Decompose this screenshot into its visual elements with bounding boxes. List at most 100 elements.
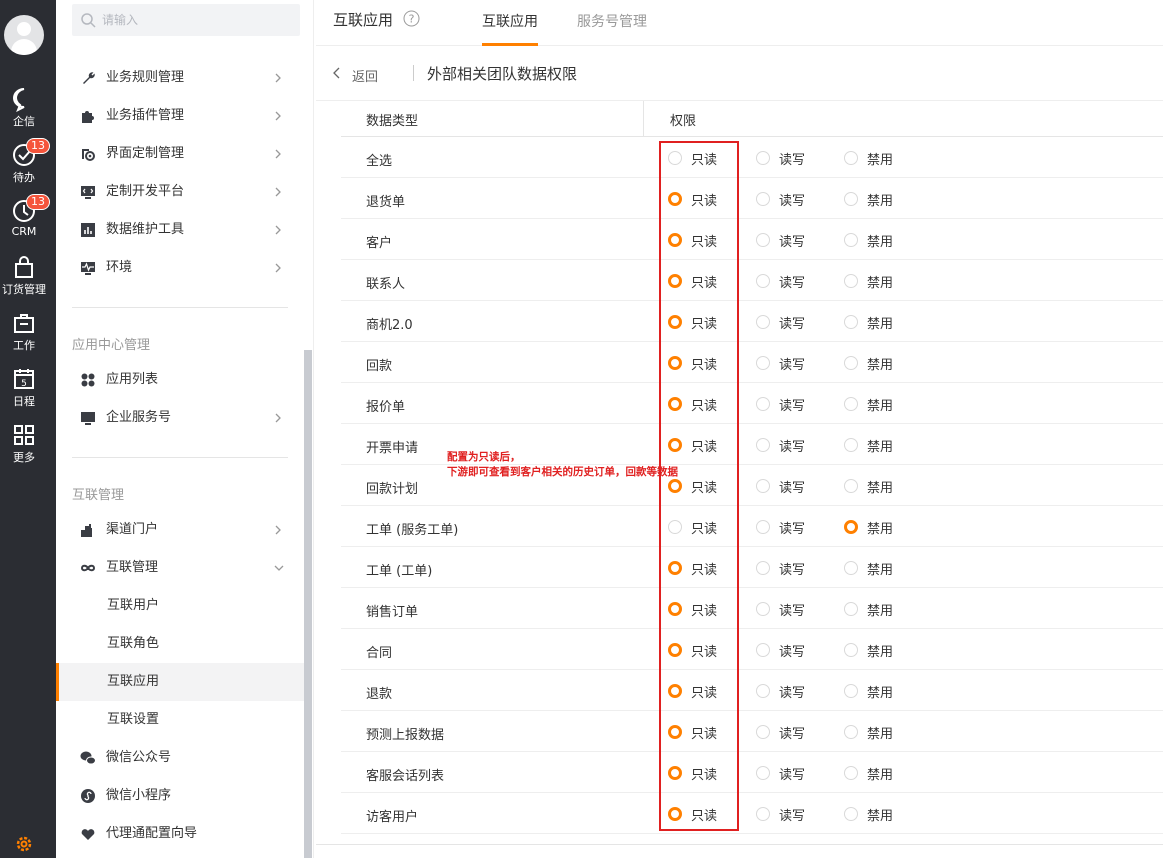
nav-item-crm[interactable]: 13 CRM: [0, 194, 50, 238]
sidebar-item-interconnect-apps[interactable]: 互联应用: [56, 663, 304, 701]
table-row: 退款 只读 读写 禁用: [341, 670, 1163, 711]
grid-icon: [14, 425, 34, 445]
table-row: 工单 (工单) 只读 读写 禁用: [341, 547, 1163, 588]
sidebar-item-dev-platform[interactable]: 定制开发平台: [56, 173, 304, 211]
sidebar-item-app-list[interactable]: 应用列表: [56, 361, 304, 399]
row-data-type: 全选: [366, 154, 393, 169]
radio-circle: [668, 397, 682, 411]
radio-label: 禁用: [867, 358, 894, 373]
chevron-left-icon: [333, 67, 340, 79]
radio-label: 读写: [779, 153, 806, 168]
left-nav: 企信 13 待办 13 CRM 订货管理 工作 5 日程 更多: [0, 0, 56, 858]
monitor-icon: [81, 412, 95, 425]
sidebar-item-ui-customization[interactable]: 界面定制管理: [56, 135, 304, 173]
radio-circle: [756, 561, 770, 575]
table-row: 预测上报数据 只读 读写 禁用: [341, 711, 1163, 752]
nav-label: CRM: [11, 225, 37, 238]
avatar[interactable]: [4, 15, 44, 55]
sidebar-item-label: 定制开发平台: [106, 184, 185, 199]
radio-circle: [668, 151, 682, 165]
radio-circle: [756, 725, 770, 739]
radio-circle: [756, 807, 770, 821]
sidebar-item-label: 渠道门户: [106, 522, 159, 537]
sidebar-item-business-rules[interactable]: 业务规则管理: [56, 59, 304, 97]
pulse-icon: [81, 262, 95, 275]
sidebar-item-label: 互联用户: [107, 598, 160, 613]
sidebar-item-wechat-official[interactable]: 微信公众号: [56, 739, 304, 777]
table-row: 退货单 只读 读写 禁用: [341, 178, 1163, 219]
radio-circle: [844, 356, 858, 370]
sidebar-item-interconnect-manage[interactable]: 互联管理: [56, 549, 304, 587]
radio-label: 读写: [779, 686, 806, 701]
annotation-line-2: 下游即可查看到客户相关的历史订单，回款等数据: [447, 466, 678, 478]
radio-circle: [668, 684, 682, 698]
sidebar-item-service-account[interactable]: 企业服务号: [56, 399, 304, 437]
sidebar-item-environment[interactable]: 环境: [56, 249, 304, 287]
sidebar-divider: [72, 457, 288, 458]
chevron-right-icon: [275, 263, 281, 273]
radio-circle: [844, 561, 858, 575]
sidebar-item-label: 界面定制管理: [106, 146, 185, 161]
radio-circle: [756, 233, 770, 247]
settings-button[interactable]: [0, 828, 56, 858]
tab-service-account[interactable]: 服务号管理: [577, 11, 647, 31]
row-data-type: 报价单: [366, 400, 406, 415]
radio-label: 只读: [691, 317, 718, 332]
page-title: 互联应用: [333, 11, 394, 29]
row-data-type: 回款: [366, 359, 393, 374]
radio-label: 只读: [691, 522, 718, 537]
nav-item-todo[interactable]: 13 待办: [0, 138, 50, 185]
sidebar-item-business-plugins[interactable]: 业务插件管理: [56, 97, 304, 135]
sidebar-item-interconnect-roles[interactable]: 互联角色: [56, 625, 304, 663]
briefcase-icon: [14, 314, 34, 333]
search-box: [72, 4, 300, 36]
row-data-type: 合同: [366, 646, 393, 661]
chevron-down-icon: [274, 565, 284, 571]
radio-circle: [844, 643, 858, 657]
radio-circle: [668, 479, 682, 493]
radio-circle: [844, 151, 858, 165]
row-data-type: 退款: [366, 687, 393, 702]
nav-item-work[interactable]: 工作: [0, 310, 48, 353]
sidebar-item-wechat-mini[interactable]: 微信小程序: [56, 777, 304, 815]
radio-circle: [668, 233, 682, 247]
radio-label: 只读: [691, 686, 718, 701]
sidebar-item-label: 互联角色: [107, 636, 160, 651]
sidebar-item-data-tools[interactable]: 数据维护工具: [56, 211, 304, 249]
sidebar-scrollbar[interactable]: [304, 350, 312, 858]
radio-circle: [756, 643, 770, 657]
nav-item-order[interactable]: 订货管理: [0, 254, 48, 297]
row-data-type: 联系人: [366, 277, 406, 292]
radio-circle: [668, 520, 682, 534]
radio-circle: [844, 807, 858, 821]
radio-label: 禁用: [867, 153, 894, 168]
calendar-icon: 5: [14, 369, 34, 389]
tab-interconnect-apps[interactable]: 互联应用: [482, 11, 538, 31]
nav-item-schedule[interactable]: 5 日程: [0, 366, 48, 409]
back-bar: 返回 外部相关团队数据权限: [316, 46, 1163, 101]
table-row: 联系人 只读 读写 禁用: [341, 260, 1163, 301]
chevron-right-icon: [275, 73, 281, 83]
annotation-note: 配置为只读后， 下游即可查看到客户相关的历史订单，回款等数据: [447, 450, 678, 480]
nav-item-more[interactable]: 更多: [0, 422, 48, 465]
help-icon[interactable]: ?: [403, 10, 420, 27]
nav-item-qixin[interactable]: 企信: [0, 86, 48, 129]
sidebar-item-agent-wizard[interactable]: 代理通配置向导: [56, 815, 304, 853]
radio-label: 只读: [691, 153, 718, 168]
radio-label: 读写: [779, 481, 806, 496]
table-header: 数据类型 权限: [341, 101, 1163, 137]
sidebar-item-channel-portal[interactable]: 渠道门户: [56, 511, 304, 549]
nav-label: 订货管理: [2, 283, 46, 296]
sidebar-item-interconnect-settings[interactable]: 互联设置: [56, 701, 304, 739]
radio-label: 禁用: [867, 686, 894, 701]
radio-circle: [668, 192, 682, 206]
sidebar-item-label: 环境: [106, 260, 133, 275]
radio-circle: [844, 520, 858, 534]
sidebar-item-label: 微信小程序: [106, 788, 172, 803]
sidebar-divider: [72, 307, 288, 308]
building-icon: [81, 524, 92, 537]
sidebar-item-interconnect-users[interactable]: 互联用户: [56, 587, 304, 625]
search-input[interactable]: [102, 4, 292, 36]
radio-label: 禁用: [867, 727, 894, 742]
radio-label: 读写: [779, 399, 806, 414]
